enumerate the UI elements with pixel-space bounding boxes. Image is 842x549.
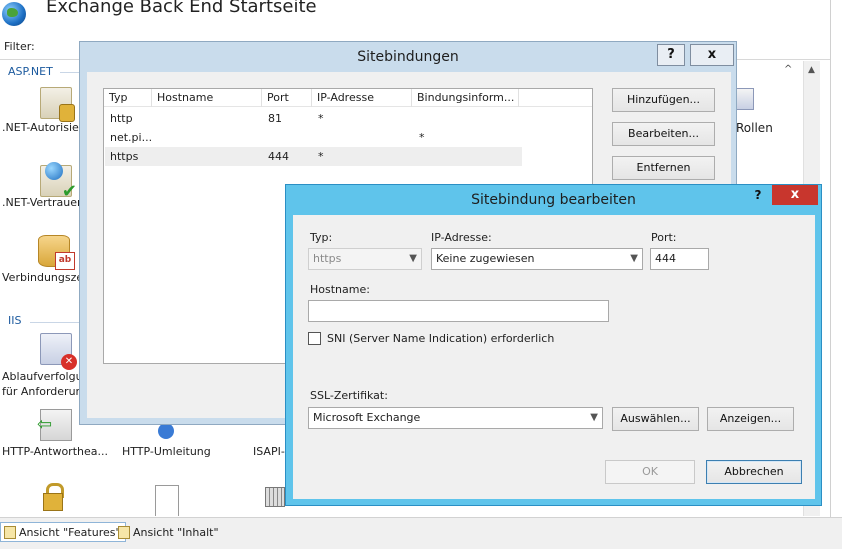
dialog-body: Typ: https ▼ IP-Adresse: Keine zugewiese… <box>293 215 815 499</box>
column-header-hostname[interactable]: Hostname <box>152 89 262 107</box>
edit-binding-dialog: Sitebindung bearbeiten ? x Typ: https ▼ … <box>285 184 822 506</box>
trust-level-icon[interactable] <box>40 162 77 202</box>
roles-icon[interactable] <box>736 88 754 110</box>
edit-binding-button[interactable]: Bearbeiten... <box>612 122 715 146</box>
cell-ip: * <box>318 112 324 125</box>
type-select[interactable]: https ▼ <box>308 248 422 270</box>
column-header-ip[interactable]: IP-Adresse <box>312 89 412 107</box>
ok-button[interactable]: OK <box>605 460 695 484</box>
window-edge <box>830 0 842 549</box>
content-view-icon <box>118 526 130 539</box>
features-view-icon <box>4 526 16 539</box>
feature-label[interactable]: HTTP-Umleitung <box>122 445 211 458</box>
group-divider <box>60 72 80 73</box>
feature-label[interactable]: .NET-Vertrauer <box>2 196 82 209</box>
remove-binding-button[interactable]: Entfernen <box>612 156 715 180</box>
port-label: Port: <box>651 231 677 244</box>
ip-address-select[interactable]: Keine zugewiesen ▼ <box>431 248 643 270</box>
failed-request-tracing-icon[interactable] <box>40 333 77 370</box>
tab-features-view[interactable]: Ansicht "Features" <box>0 522 126 542</box>
list-header: Typ Hostname Port IP-Adresse Bindungsinf… <box>104 89 592 107</box>
close-button[interactable]: x <box>772 185 818 205</box>
grid-icon[interactable] <box>265 487 285 507</box>
ip-label: IP-Adresse: <box>431 231 492 244</box>
cell-type: http <box>110 112 133 125</box>
tab-label: Ansicht "Features" <box>19 526 121 539</box>
table-row[interactable]: net.pi... * <box>105 128 522 147</box>
globe-icon <box>2 2 26 26</box>
cell-ip: * <box>318 150 324 163</box>
chevron-down-icon: ▼ <box>590 412 598 423</box>
page-icon[interactable] <box>155 485 179 516</box>
dialog-title: Sitebindungen <box>357 49 459 65</box>
group-iis: IIS <box>8 314 22 327</box>
tab-content-view[interactable]: Ansicht "Inhalt" <box>114 522 224 542</box>
add-binding-button[interactable]: Hinzufügen... <box>612 88 715 112</box>
close-button[interactable]: x <box>690 44 734 66</box>
table-row-selected[interactable]: https 444 * <box>105 147 522 166</box>
feature-label[interactable]: ISAPI- <box>253 445 285 458</box>
page-title: Exchange Back End Startseite <box>46 0 317 17</box>
ssl-certificate-value: Microsoft Exchange <box>313 411 421 424</box>
sni-label[interactable]: SNI (Server Name Indication) erforderlic… <box>327 332 554 345</box>
http-response-headers-icon[interactable] <box>37 409 72 441</box>
port-input[interactable]: 444 <box>650 248 709 270</box>
feature-label[interactable]: Verbindungsze <box>2 271 83 284</box>
cell-port: 444 <box>268 150 289 163</box>
filter-label: Filter: <box>4 40 35 53</box>
feature-label-roles[interactable]: Rollen <box>736 121 773 135</box>
type-value: https <box>313 252 342 265</box>
scroll-up-icon[interactable]: ▲ <box>808 65 815 75</box>
hostname-label: Hostname: <box>310 283 370 296</box>
cell-type: https <box>110 150 139 163</box>
column-header-type[interactable]: Typ <box>104 89 152 107</box>
group-divider <box>30 322 80 323</box>
ssl-certificate-label: SSL-Zertifikat: <box>310 389 388 402</box>
feature-label[interactable]: HTTP-Antworthea... <box>2 445 108 458</box>
group-aspnet: ASP.NET <box>8 65 53 78</box>
view-certificate-button[interactable]: Anzeigen... <box>707 407 794 431</box>
dialog-title: Sitebindung bearbeiten <box>471 192 636 208</box>
cell-info: * <box>419 131 425 144</box>
authorization-icon[interactable] <box>40 87 75 122</box>
cell-port: 81 <box>268 112 282 125</box>
hostname-input[interactable] <box>308 300 609 322</box>
feature-label[interactable]: Ablaufverfolgu <box>2 370 83 383</box>
chevron-up-icon[interactable]: ^ <box>784 64 792 75</box>
column-header-binding-info[interactable]: Bindungsinform... <box>412 89 519 107</box>
column-header-port[interactable]: Port <box>262 89 312 107</box>
help-button[interactable]: ? <box>745 186 771 204</box>
lock-icon[interactable] <box>38 483 70 515</box>
type-label: Typ: <box>310 231 333 244</box>
select-certificate-button[interactable]: Auswählen... <box>612 407 699 431</box>
tab-label: Ansicht "Inhalt" <box>133 526 219 539</box>
connection-strings-icon[interactable] <box>38 235 75 270</box>
feature-label[interactable]: .NET-Autorisie <box>2 121 79 134</box>
cancel-button[interactable]: Abbrechen <box>706 460 802 484</box>
iis-title-bar: Exchange Back End Startseite <box>0 0 842 34</box>
ssl-certificate-select[interactable]: Microsoft Exchange ▼ <box>308 407 603 429</box>
feature-label[interactable]: für Anforderun <box>2 385 83 398</box>
help-button[interactable]: ? <box>657 44 685 66</box>
ip-value: Keine zugewiesen <box>436 252 535 265</box>
cell-type: net.pi... <box>110 131 153 144</box>
sni-checkbox[interactable] <box>308 332 321 345</box>
view-switcher: Ansicht "Features" Ansicht "Inhalt" <box>0 517 842 549</box>
chevron-down-icon: ▼ <box>409 253 417 264</box>
table-row[interactable]: http 81 * <box>105 109 522 128</box>
chevron-down-icon: ▼ <box>630 253 638 264</box>
